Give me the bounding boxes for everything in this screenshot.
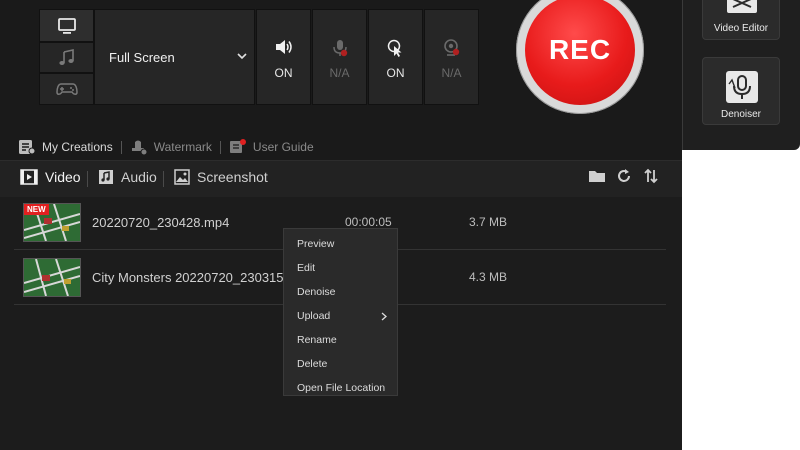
capture-toolbar: Full Screen ON N/A ON N/A REC My Creatio…	[0, 0, 682, 160]
tab-screenshot-label: Screenshot	[197, 169, 268, 185]
menu-item-upload[interactable]: Upload	[284, 304, 397, 328]
user-guide-icon	[229, 139, 246, 153]
background-area	[682, 150, 800, 450]
tab-screenshot[interactable]: Screenshot	[174, 169, 268, 185]
speaker-icon	[275, 40, 292, 54]
mode-game-button[interactable]	[39, 73, 94, 105]
tab-audio-label: Audio	[121, 169, 157, 185]
sort-icon	[644, 168, 658, 184]
menu-item-label: Delete	[297, 358, 328, 370]
file-size: 4.3 MB	[469, 270, 508, 284]
chevron-down-icon	[237, 53, 247, 60]
video-thumbnail: NEW	[23, 203, 81, 242]
tools-side-panel: Video Editor Denoiser	[682, 0, 800, 150]
watermark-link[interactable]: Watermark	[130, 139, 212, 155]
file-name: City Monsters 20220720_230315....	[92, 270, 298, 285]
menu-item-label: Rename	[297, 334, 337, 346]
watermark-label: Watermark	[153, 140, 212, 154]
refresh-button[interactable]	[616, 168, 632, 189]
video-editor-label: Video Editor	[713, 23, 769, 34]
rec-label: REC	[548, 34, 612, 65]
chevron-right-icon	[381, 312, 387, 321]
system-audio-toggle[interactable]: ON	[256, 9, 311, 105]
mouse-click-state: ON	[386, 66, 405, 80]
divider	[120, 140, 122, 154]
capture-area-dropdown[interactable]: Full Screen	[94, 9, 255, 105]
divider	[87, 171, 88, 187]
thumbnail-image	[24, 259, 80, 296]
menu-item-preview[interactable]: Preview	[284, 232, 397, 256]
mode-screen-button[interactable]	[39, 9, 94, 42]
recorder-app: Full Screen ON N/A ON N/A REC My Creatio…	[0, 0, 682, 450]
menu-item-edit[interactable]: Edit	[284, 256, 397, 280]
webcam-off-icon	[443, 39, 459, 56]
music-note-icon	[58, 48, 74, 65]
menu-item-rename[interactable]: Rename	[284, 328, 397, 352]
image-icon	[174, 169, 190, 185]
menu-item-label: Preview	[297, 238, 335, 250]
file-duration: 00:00:05	[345, 215, 392, 229]
menu-item-denoise[interactable]: Denoise	[284, 280, 397, 304]
quick-links: My Creations Watermark User Guide	[18, 137, 314, 157]
creations-icon	[19, 140, 36, 155]
user-guide-label: User Guide	[252, 140, 314, 154]
sort-button[interactable]	[643, 168, 659, 189]
divider	[219, 140, 221, 154]
new-badge: NEW	[24, 204, 49, 215]
microphone-toggle[interactable]: N/A	[312, 9, 367, 105]
video-editor-tool[interactable]: Video Editor	[702, 0, 780, 40]
divider	[163, 171, 164, 187]
open-folder-button[interactable]	[588, 168, 606, 189]
media-tabs-bar: Video Audio Screenshot	[0, 160, 682, 197]
mode-audio-button[interactable]	[39, 42, 94, 73]
tab-audio[interactable]: Audio	[98, 169, 157, 185]
menu-item-delete[interactable]: Delete	[284, 352, 397, 376]
webcam-state: N/A	[441, 66, 462, 80]
webcam-toggle[interactable]: N/A	[424, 9, 479, 105]
my-creations-label: My Creations	[42, 140, 113, 154]
monitor-icon	[57, 17, 76, 34]
gamepad-icon	[55, 83, 78, 95]
mouse-click-toggle[interactable]: ON	[368, 9, 423, 105]
cursor-click-icon	[387, 39, 401, 57]
watermark-icon	[131, 140, 148, 155]
refresh-icon	[618, 169, 630, 182]
user-guide-link[interactable]: User Guide	[229, 139, 314, 155]
file-context-menu: Preview Edit Denoise Upload Rename Delet…	[283, 228, 398, 396]
video-thumbnail	[23, 258, 81, 297]
folder-icon	[589, 171, 605, 182]
file-size: 3.7 MB	[469, 215, 508, 229]
my-creations-link[interactable]: My Creations	[18, 139, 113, 155]
denoiser-icon	[726, 71, 758, 103]
microphone-state: N/A	[329, 66, 350, 80]
system-audio-state: ON	[274, 66, 293, 80]
file-name: 20220720_230428.mp4	[92, 215, 230, 230]
denoiser-label: Denoiser	[720, 109, 762, 120]
denoiser-tool[interactable]: Denoiser	[702, 57, 780, 125]
audio-file-icon	[99, 170, 113, 184]
menu-item-label: Denoise	[297, 286, 336, 298]
menu-item-label: Upload	[297, 310, 331, 322]
rec-button-ring: REC	[516, 0, 644, 114]
tab-video-label: Video	[45, 169, 81, 185]
film-icon	[20, 169, 38, 185]
menu-item-label: Edit	[297, 262, 316, 274]
video-editor-icon	[727, 0, 757, 13]
rec-button[interactable]: REC	[525, 0, 635, 105]
menu-item-open-file-location[interactable]: Open File Location	[284, 376, 397, 400]
microphone-off-icon	[332, 40, 347, 57]
menu-item-label: Open File Location	[297, 382, 386, 394]
capture-area-value: Full Screen	[109, 50, 175, 65]
tab-video[interactable]: Video	[20, 169, 81, 185]
